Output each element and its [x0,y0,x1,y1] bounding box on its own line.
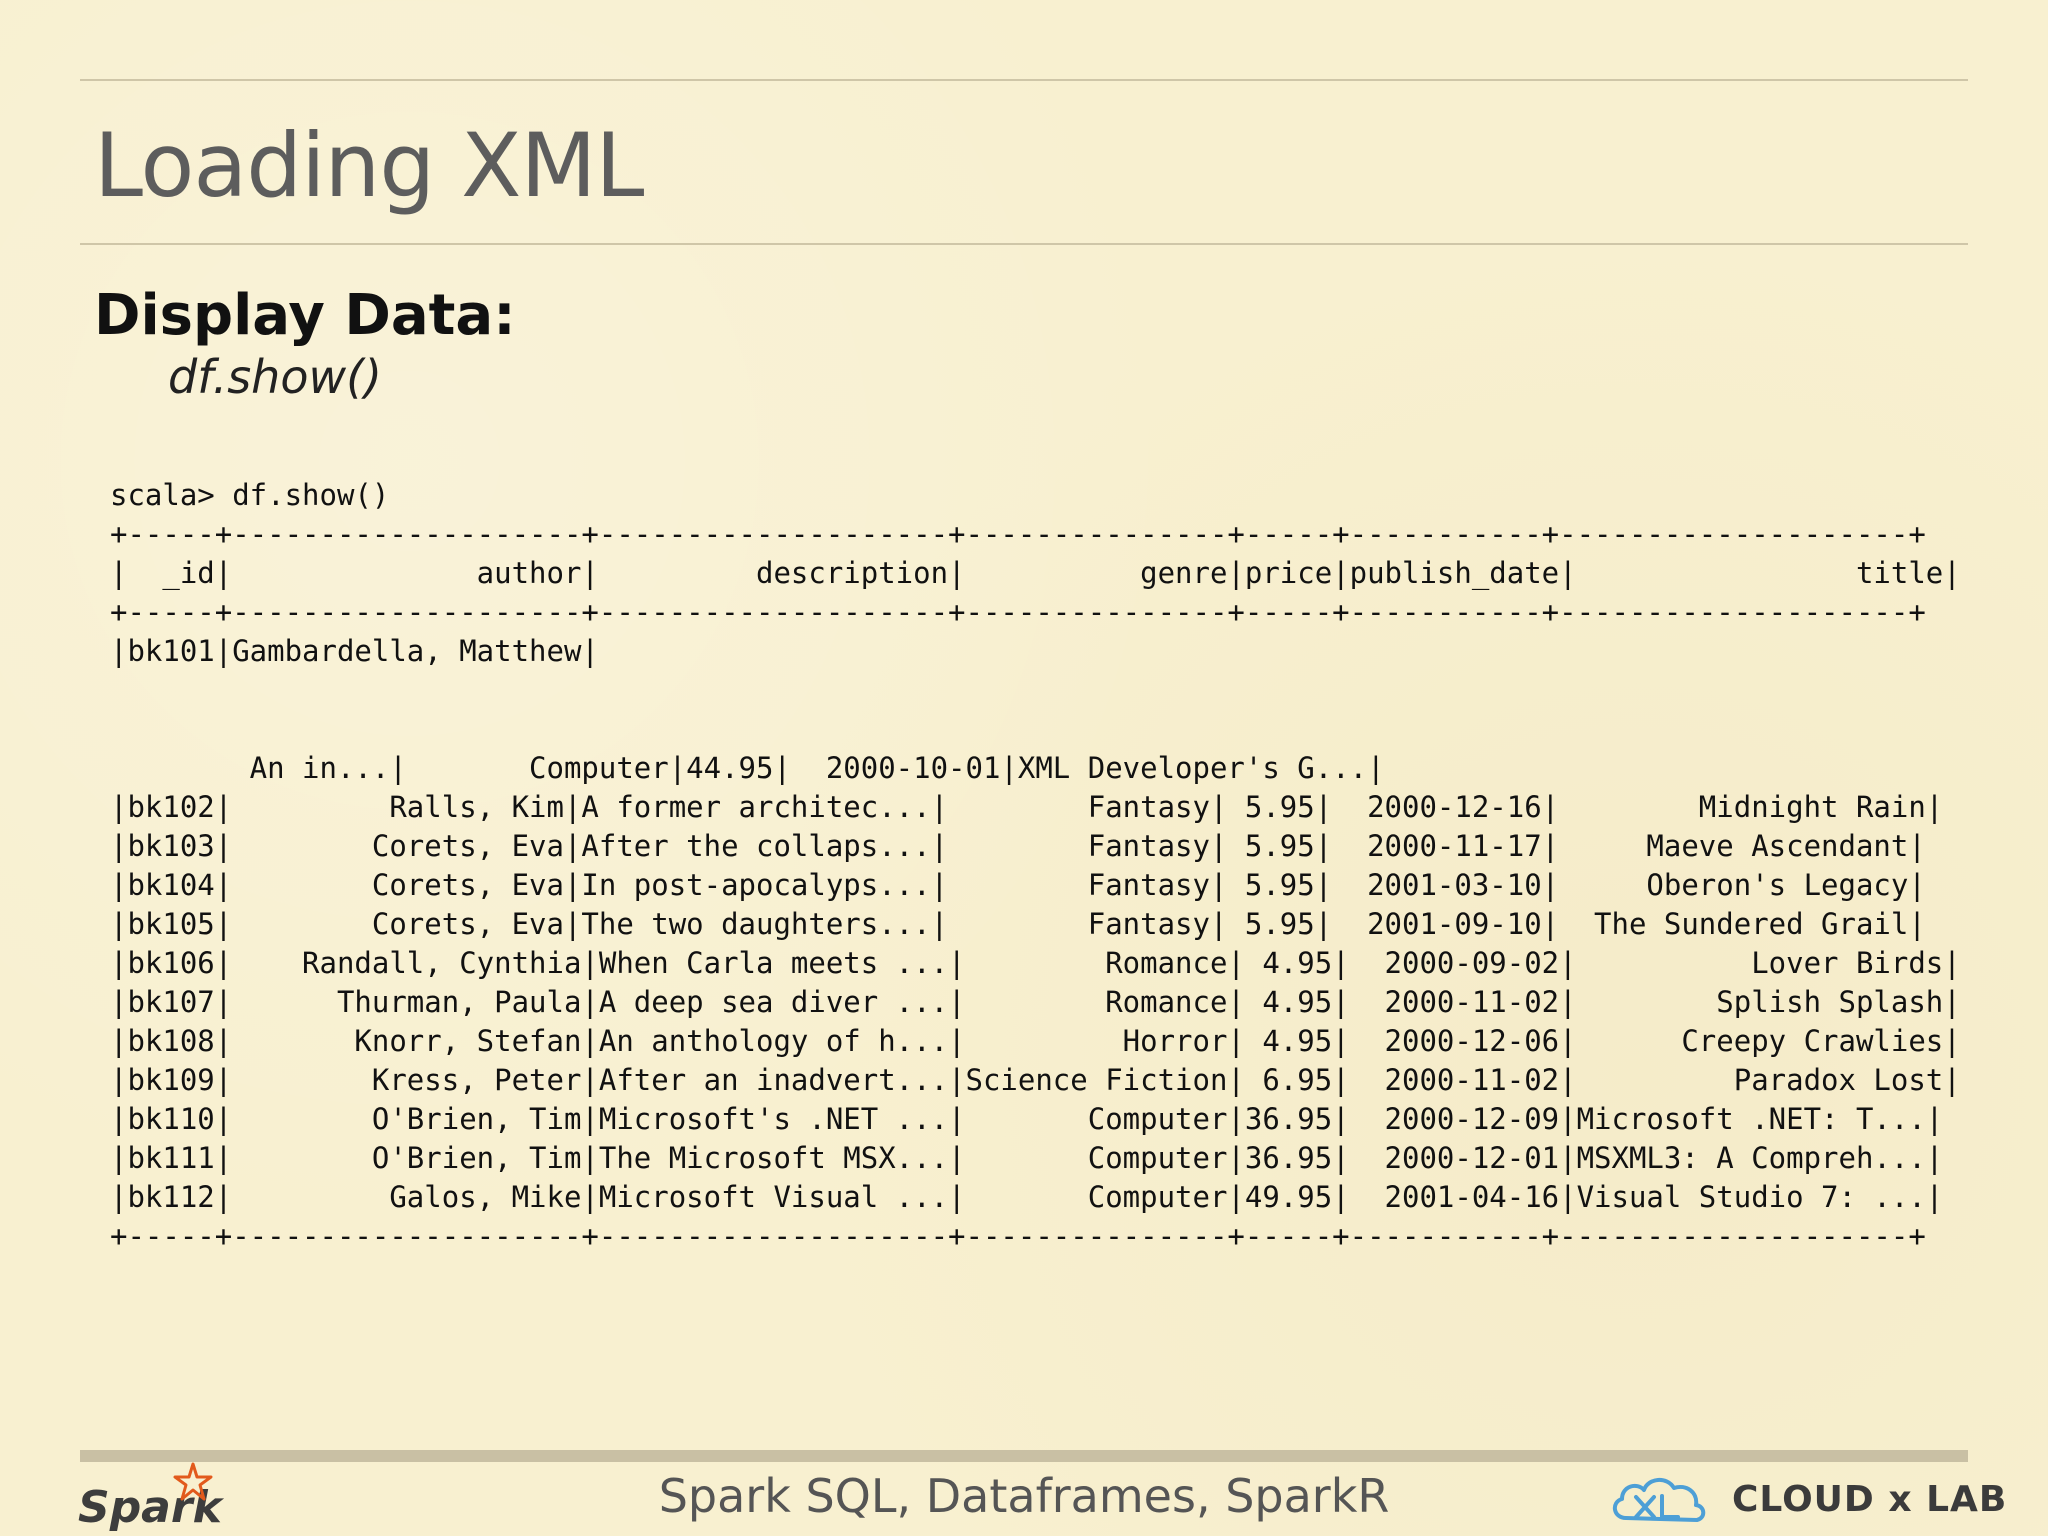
slide-title: Loading XML [94,114,644,217]
console-line: +-----+--------------------+------------… [110,1219,1926,1253]
cloudxlab-logo: CLOUD x LAB [1606,1468,2006,1532]
title-underline-rule [80,243,1968,245]
console-line: +-----+--------------------+------------… [110,595,1926,629]
console-line: +-----+--------------------+------------… [110,517,1926,551]
console-line: |bk102| Ralls, Kim|A former architec...|… [110,790,1944,824]
console-line: |bk109| Kress, Peter|After an inadvert..… [110,1063,1961,1097]
console-line: |bk103| Corets, Eva|After the collaps...… [110,829,1926,863]
top-rule [80,79,1968,81]
console-line: |bk101|Gambardella, Matthew| [110,634,599,668]
console-line: |bk107| Thurman, Paula|A deep sea diver … [110,985,1961,1019]
console-line: An in...| Computer|44.95| 2000-10-01|XML… [110,751,1385,785]
console-output: scala> df.show() +-----+----------------… [110,476,1970,1256]
console-line: |bk105| Corets, Eva|The two daughters...… [110,907,1926,941]
console-line: |bk112| Galos, Mike|Microsoft Visual ...… [110,1180,1944,1214]
console-line: |bk110| O'Brien, Tim|Microsoft's .NET ..… [110,1102,1944,1136]
code-hint: df.show() [168,350,382,404]
cloud-icon [1613,1478,1706,1522]
console-line: scala> df.show() [110,478,390,512]
console-line: |bk104| Corets, Eva|In post-apocalyps...… [110,868,1926,902]
footer-rule [80,1450,1968,1462]
section-heading: Display Data: [94,283,516,348]
cloudxlab-logo-text: CLOUD x LAB [1732,1479,2008,1520]
console-line: |bk108| Knorr, Stefan|An anthology of h.… [110,1024,1961,1058]
console-line: |bk106| Randall, Cynthia|When Carla meet… [110,946,1961,980]
console-line: |bk111| O'Brien, Tim|The Microsoft MSX..… [110,1141,1944,1175]
console-line: | _id| author| description| genre|price|… [110,556,1961,590]
